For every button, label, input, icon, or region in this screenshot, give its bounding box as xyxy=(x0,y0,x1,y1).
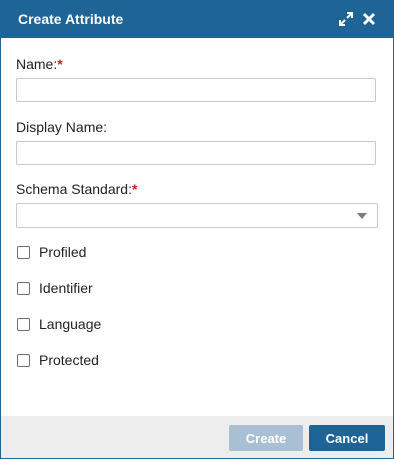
create-attribute-dialog: Create Attribute Name:* Display Name: Sc… xyxy=(0,0,394,459)
schema-standard-label-text: Schema Standard: xyxy=(16,181,132,197)
profiled-label[interactable]: Profiled xyxy=(39,244,86,260)
close-icon[interactable] xyxy=(361,11,377,27)
dialog-footer: Create Cancel xyxy=(1,416,393,458)
profiled-checkbox[interactable] xyxy=(17,246,30,259)
required-mark: * xyxy=(131,181,138,197)
schema-standard-select[interactable] xyxy=(16,203,378,228)
required-mark: * xyxy=(57,56,63,72)
identifier-label[interactable]: Identifier xyxy=(39,280,93,296)
identifier-checkbox[interactable] xyxy=(17,282,30,295)
chevron-down-icon[interactable] xyxy=(357,213,367,219)
display-name-input[interactable] xyxy=(16,141,376,165)
name-input[interactable] xyxy=(16,78,376,102)
schema-standard-label: Schema Standard:* xyxy=(16,181,137,197)
expand-icon[interactable] xyxy=(338,11,354,27)
language-checkbox[interactable] xyxy=(17,318,30,331)
display-name-label: Display Name: xyxy=(16,119,107,135)
protected-label[interactable]: Protected xyxy=(39,352,99,368)
create-button[interactable]: Create xyxy=(229,425,303,451)
name-label-text: Name: xyxy=(16,56,58,72)
dialog-title: Create Attribute xyxy=(18,11,124,27)
language-label[interactable]: Language xyxy=(39,316,101,332)
dialog-titlebar[interactable]: Create Attribute xyxy=(1,1,393,38)
display-name-label-text: Display Name: xyxy=(16,119,108,135)
cancel-button[interactable]: Cancel xyxy=(309,425,385,451)
name-label: Name:* xyxy=(16,56,63,72)
protected-checkbox[interactable] xyxy=(17,354,30,367)
